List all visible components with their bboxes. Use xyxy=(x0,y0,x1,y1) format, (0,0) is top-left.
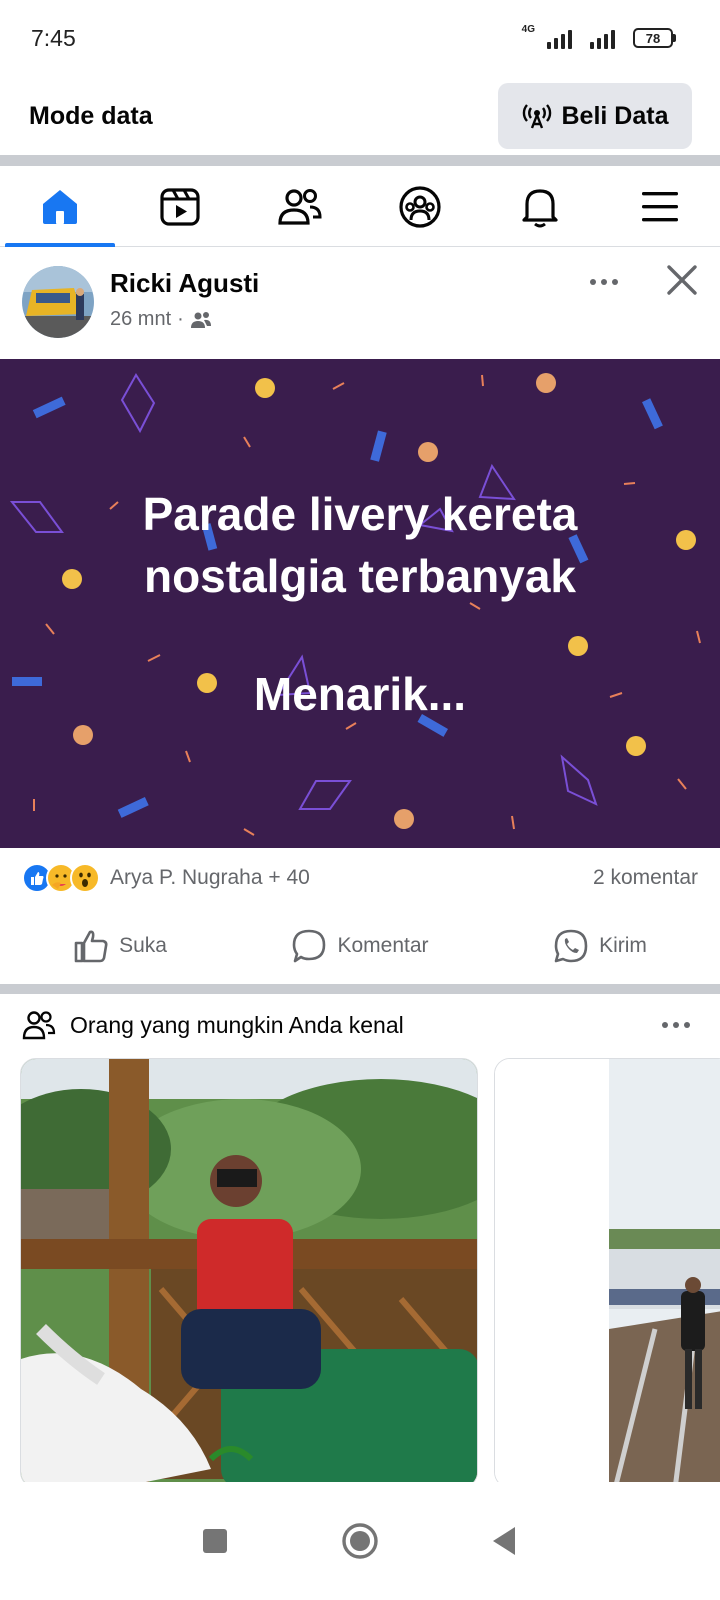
main-nav-tabs xyxy=(0,167,720,247)
tab-notifications[interactable] xyxy=(480,167,600,246)
post-author[interactable]: Ricki Agusti xyxy=(110,268,259,299)
pymk-title: Orang yang mungkin Anda kenal xyxy=(70,1011,404,1038)
tab-home[interactable] xyxy=(0,167,120,247)
post-time: 26 mnt xyxy=(110,308,172,330)
tab-video[interactable] xyxy=(120,167,240,246)
author-avatar[interactable] xyxy=(22,266,94,338)
thumbs-up-icon xyxy=(74,930,108,963)
battery-icon: 78 xyxy=(633,28,676,48)
tab-groups[interactable] xyxy=(360,167,480,246)
person-photo xyxy=(21,1059,477,1487)
divider xyxy=(0,155,720,166)
data-mode-label: Mode data xyxy=(29,101,153,130)
data-mode-bar: Mode data Beli Data xyxy=(0,76,720,156)
home-icon xyxy=(43,189,77,224)
person-photo xyxy=(495,1059,720,1487)
signal-icon xyxy=(547,27,572,49)
video-icon xyxy=(160,187,200,226)
broadcast-icon xyxy=(522,104,551,129)
signal-icon-2 xyxy=(590,27,615,49)
back-icon[interactable] xyxy=(491,1525,519,1557)
banner-text-secondary: Menarik... xyxy=(253,668,467,720)
network-type-label: 4G xyxy=(521,24,535,35)
post-header: Ricki Agusti 26 mnt · xyxy=(0,248,720,358)
menu-icon xyxy=(642,191,678,221)
like-button[interactable]: Suka xyxy=(0,910,240,982)
post-meta: 26 mnt · xyxy=(110,308,212,331)
recent-apps-icon[interactable] xyxy=(201,1527,229,1555)
groups-icon xyxy=(399,185,441,228)
system-navigation-bar xyxy=(0,1482,720,1600)
reactions-summary[interactable]: Arya P. Nugraha + 40 xyxy=(110,866,593,890)
like-label: Suka xyxy=(119,934,167,957)
hide-post-close-icon[interactable] xyxy=(666,264,698,296)
post-options-button[interactable] xyxy=(584,270,624,294)
comment-count[interactable]: 2 komentar xyxy=(593,866,698,890)
reaction-icons xyxy=(22,863,100,893)
whatsapp-icon xyxy=(554,929,588,963)
bell-icon xyxy=(522,188,558,227)
tab-menu[interactable] xyxy=(600,167,720,246)
send-label: Kirim xyxy=(599,934,647,957)
friends-audience-icon xyxy=(190,311,211,328)
status-bar: 7:45 4G 78 xyxy=(0,0,720,76)
status-time: 7:45 xyxy=(31,24,76,51)
person-card[interactable] xyxy=(494,1058,720,1488)
person-card[interactable] xyxy=(20,1058,478,1488)
buy-data-button[interactable]: Beli Data xyxy=(498,83,692,149)
wow-reaction-icon xyxy=(70,863,100,893)
banner-text: Parade livery kereta nostalgia terbanyak xyxy=(142,488,578,602)
tab-friends[interactable] xyxy=(240,167,360,246)
divider xyxy=(0,984,720,994)
people-you-may-know-header: Orang yang mungkin Anda kenal xyxy=(0,996,720,1054)
post-text-banner[interactable]: Parade livery kereta nostalgia terbanyak… xyxy=(0,359,720,848)
people-icon xyxy=(22,1011,56,1040)
pymk-options-button[interactable] xyxy=(662,1022,690,1028)
battery-level: 78 xyxy=(645,30,661,46)
buy-data-label: Beli Data xyxy=(561,101,669,130)
comment-button[interactable]: Komentar xyxy=(240,910,480,982)
status-icons: 4G 78 xyxy=(521,24,676,49)
home-button-icon[interactable] xyxy=(341,1522,379,1560)
send-whatsapp-button[interactable]: Kirim xyxy=(480,910,720,982)
friends-icon xyxy=(278,188,322,225)
post-actions: Suka Komentar Kirim xyxy=(0,910,720,982)
comment-label: Komentar xyxy=(337,934,429,957)
comment-icon xyxy=(293,929,326,963)
reactions-row[interactable]: Arya P. Nugraha + 40 2 komentar xyxy=(0,850,720,906)
